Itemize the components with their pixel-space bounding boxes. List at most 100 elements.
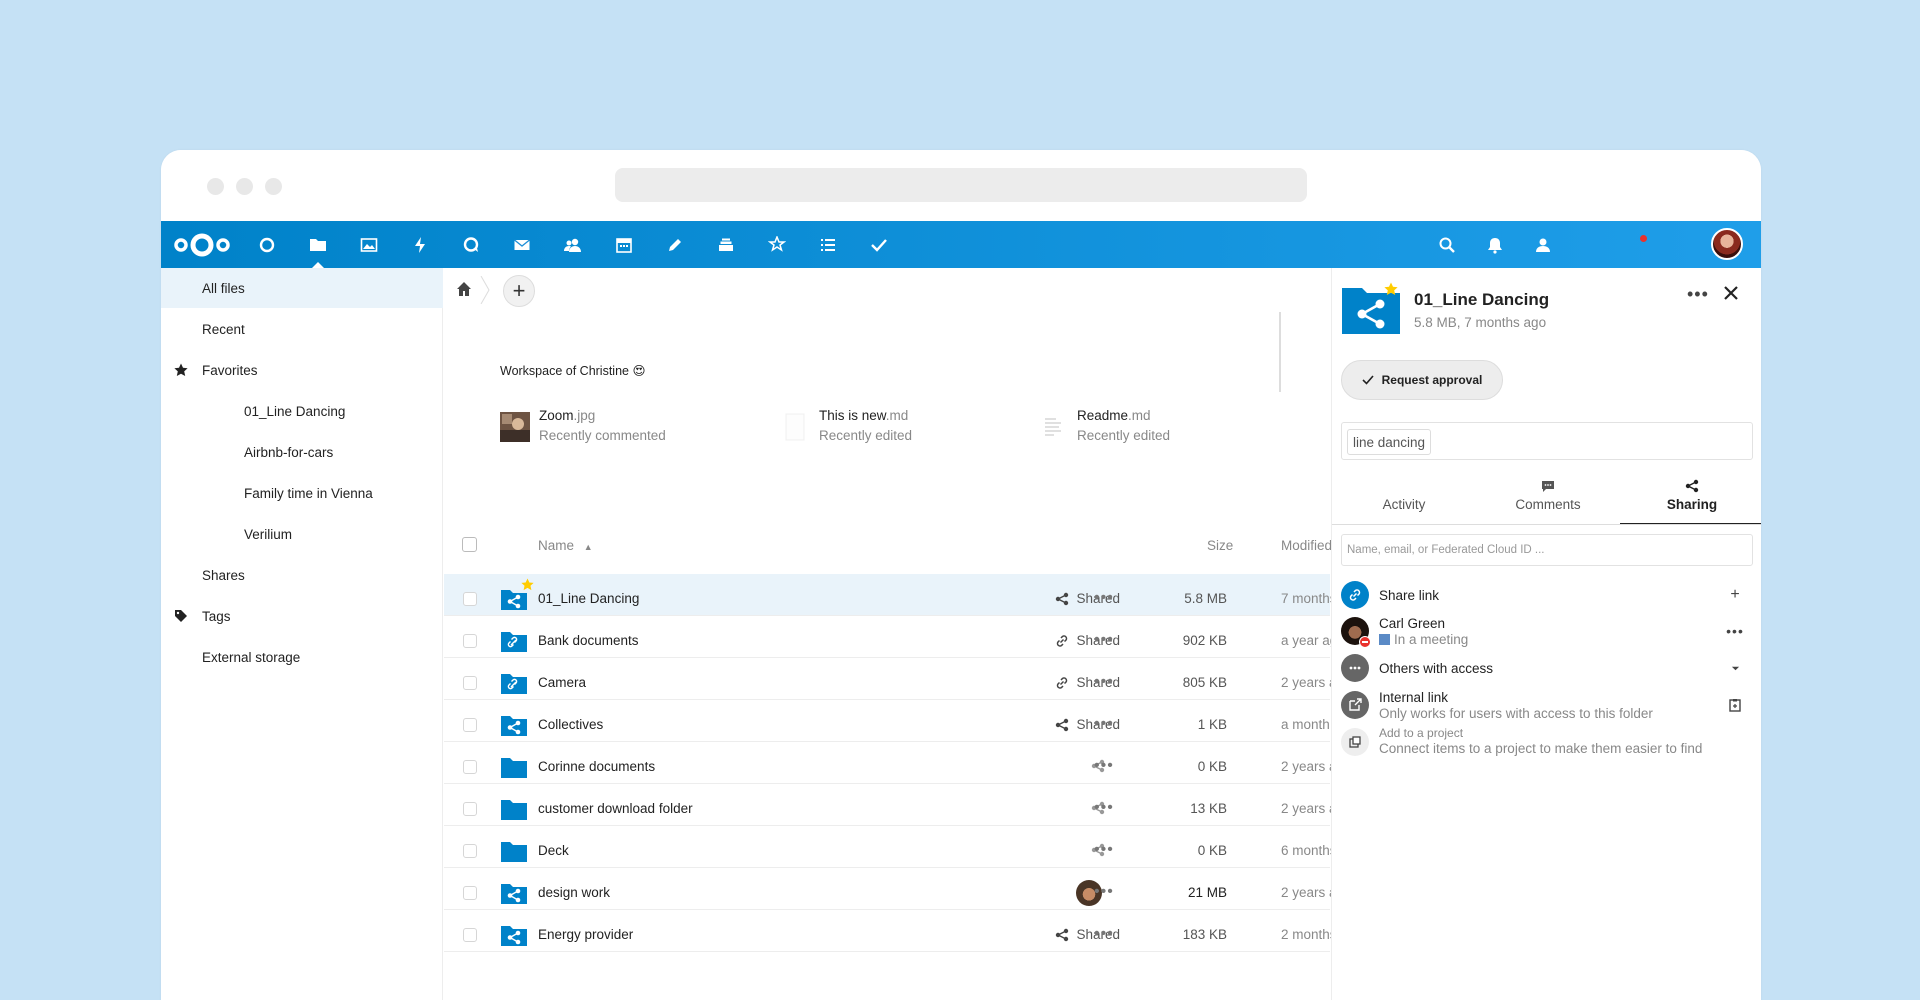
row-actions-button[interactable]: ••• xyxy=(1094,715,1114,733)
select-all-checkbox[interactable] xyxy=(462,537,477,552)
row-actions-button[interactable]: ••• xyxy=(1094,883,1114,901)
tab-comments[interactable]: Comments xyxy=(1476,470,1620,525)
window-minimize-dot[interactable] xyxy=(236,178,253,195)
row-checkbox[interactable] xyxy=(463,928,477,942)
share-link-row[interactable]: Share link + xyxy=(1341,578,1753,614)
row-actions-button[interactable]: ••• xyxy=(1094,757,1114,775)
add-share-link-button[interactable]: + xyxy=(1727,586,1743,603)
window-maximize-dot[interactable] xyxy=(265,178,282,195)
file-name[interactable]: Energy provider xyxy=(538,927,633,942)
deck-icon[interactable] xyxy=(706,221,746,268)
nav-recent[interactable]: Recent xyxy=(161,309,443,349)
file-name[interactable]: Deck xyxy=(538,843,569,858)
row-actions-button[interactable]: ••• xyxy=(1094,925,1114,943)
row-checkbox[interactable] xyxy=(463,718,477,732)
nextcloud-logo[interactable] xyxy=(171,229,233,261)
row-checkbox[interactable] xyxy=(463,592,477,606)
dashboard-icon[interactable] xyxy=(247,221,287,268)
nav-tags[interactable]: Tags xyxy=(161,596,443,636)
nav-favorite-item[interactable]: Airbnb-for-cars xyxy=(161,432,443,472)
photos-icon[interactable] xyxy=(349,221,389,268)
address-bar[interactable] xyxy=(615,168,1307,202)
apps-icon[interactable] xyxy=(757,221,797,268)
shared-folder-icon xyxy=(501,884,527,904)
nav-favorite-item[interactable]: 01_Line Dancing xyxy=(161,391,443,431)
share-button[interactable] xyxy=(989,801,1105,815)
column-modified[interactable]: Modified xyxy=(1281,538,1332,553)
checklist-icon[interactable] xyxy=(859,221,899,268)
window-close-dot[interactable] xyxy=(207,178,224,195)
row-checkbox[interactable] xyxy=(463,802,477,816)
new-button[interactable]: + xyxy=(503,275,535,307)
share-user-row[interactable]: Carl Green In a meeting ••• xyxy=(1341,614,1753,650)
talk-icon[interactable] xyxy=(451,221,491,268)
row-actions-button[interactable]: ••• xyxy=(1094,841,1114,859)
row-actions-button[interactable]: ••• xyxy=(1094,589,1114,607)
file-name[interactable]: Corinne documents xyxy=(538,759,655,774)
notifications-icon[interactable] xyxy=(1475,221,1515,268)
sidebar-more-button[interactable]: ••• xyxy=(1687,284,1709,305)
calendar-icon[interactable] xyxy=(604,221,644,268)
contacts-icon[interactable] xyxy=(553,221,593,268)
column-size[interactable]: Size xyxy=(1207,538,1233,553)
table-row[interactable]: Collectives Shared ••• 1 KB a month ago xyxy=(444,700,1356,742)
share-button[interactable] xyxy=(989,843,1105,857)
row-checkbox[interactable] xyxy=(463,844,477,858)
folder-icon xyxy=(501,842,527,862)
share-button[interactable] xyxy=(989,759,1105,773)
sidebar-title: 01_Line Dancing xyxy=(1414,290,1550,309)
row-actions-button[interactable]: ••• xyxy=(1094,631,1114,649)
tab-sharing[interactable]: Sharing xyxy=(1620,470,1761,525)
internal-link-row[interactable]: Internal link Only works for users with … xyxy=(1341,688,1753,724)
file-name[interactable]: design work xyxy=(538,885,610,900)
row-actions-button[interactable]: ••• xyxy=(1094,799,1114,817)
file-name[interactable]: Camera xyxy=(538,675,586,690)
nav-external-storage[interactable]: External storage xyxy=(161,637,443,677)
row-checkbox[interactable] xyxy=(463,886,477,900)
row-checkbox[interactable] xyxy=(463,676,477,690)
table-row[interactable]: customer download folder ••• 13 KB 2 years … xyxy=(444,784,1352,826)
home-icon[interactable] xyxy=(456,281,472,297)
copy-clipboard-icon[interactable] xyxy=(1727,697,1743,713)
file-name[interactable]: Bank documents xyxy=(538,633,639,648)
file-name[interactable]: 01_Line Dancing xyxy=(538,591,639,606)
nav-all-files[interactable]: All files xyxy=(161,268,443,308)
nav-shares[interactable]: Shares xyxy=(161,555,443,595)
contacts-menu-icon[interactable] xyxy=(1523,221,1563,268)
file-name[interactable]: customer download folder xyxy=(538,801,693,816)
row-checkbox[interactable] xyxy=(463,760,477,774)
table-row[interactable]: Camera Shared ••• 805 KB 2 years ago xyxy=(444,658,1352,700)
favorite-star-icon[interactable] xyxy=(1384,282,1398,296)
notes-icon[interactable] xyxy=(655,221,695,268)
nav-favorites[interactable]: Favorites xyxy=(161,350,443,390)
share-search-input[interactable]: Name, email, or Federated Cloud ID ... xyxy=(1341,534,1753,566)
user-avatar[interactable] xyxy=(1711,228,1743,260)
table-row[interactable]: Bank documents Shared ••• 902 KB a year ago xyxy=(444,616,1345,658)
activity-icon[interactable] xyxy=(400,221,440,268)
others-with-access-row[interactable]: Others with access xyxy=(1341,651,1753,687)
scrollbar[interactable] xyxy=(1279,312,1281,392)
add-to-project-row[interactable]: Add to a project Connect items to a proj… xyxy=(1341,725,1753,761)
nav-favorite-item[interactable]: Family time in Vienna xyxy=(161,473,443,513)
tab-activity[interactable]: Activity xyxy=(1332,470,1476,525)
share-user-more-button[interactable]: ••• xyxy=(1726,623,1743,639)
column-name[interactable]: Name ▲ xyxy=(538,538,593,553)
mail-icon[interactable] xyxy=(502,221,542,268)
nav-favorite-item[interactable]: Verilium xyxy=(161,514,443,554)
tags-input[interactable]: line dancing xyxy=(1341,422,1753,460)
table-row[interactable]: Energy provider Shared ••• 183 KB 2 months a… xyxy=(444,910,1363,952)
tasks-icon[interactable] xyxy=(808,221,848,268)
request-approval-button[interactable]: Request approval xyxy=(1341,360,1503,400)
file-name[interactable]: Collectives xyxy=(538,717,603,732)
table-row[interactable]: design work ••• 21 MB 2 years ago xyxy=(444,868,1352,910)
table-row[interactable]: Corinne documents ••• 0 KB 2 years ago xyxy=(444,742,1352,784)
table-row[interactable]: 01_Line Dancing Shared ••• 5.8 MB 7 months a… xyxy=(444,574,1363,616)
row-checkbox[interactable] xyxy=(463,634,477,648)
search-icon[interactable] xyxy=(1427,221,1467,268)
chevron-down-icon[interactable] xyxy=(1727,660,1743,676)
files-icon[interactable] xyxy=(298,221,338,268)
tag-chip[interactable]: line dancing xyxy=(1347,429,1432,455)
close-icon[interactable] xyxy=(1724,286,1738,300)
row-actions-button[interactable]: ••• xyxy=(1094,673,1114,691)
table-row[interactable]: Deck ••• 0 KB 6 months ago xyxy=(444,826,1363,868)
